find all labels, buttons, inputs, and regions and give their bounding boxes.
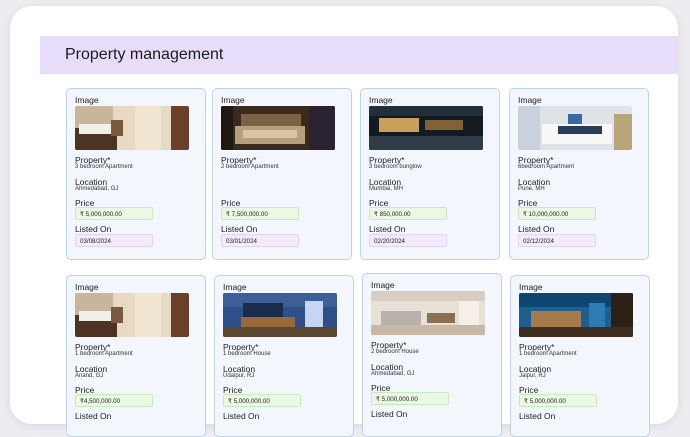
property-image: [223, 293, 337, 337]
property-card[interactable]: Image Property* 1 bedroom House Location…: [214, 275, 354, 437]
image-label: Image: [221, 95, 245, 105]
image-label: Image: [75, 282, 99, 292]
page-title: Property management: [65, 46, 224, 63]
property-name: 1 bedroom Apartment: [519, 351, 577, 357]
property-name: 2 bedroom Apartment: [221, 164, 279, 170]
listed-on-label: Listed On: [371, 409, 408, 419]
image-label: Image: [518, 95, 542, 105]
property-card[interactable]: Image Property* 1 bedroom Apartment Loca…: [510, 275, 650, 437]
property-name: 2 bedroom House: [371, 349, 419, 355]
location-value: Mumbai, MH: [369, 186, 404, 192]
location-value: Pune, MH: [518, 186, 545, 192]
image-label: Image: [369, 95, 393, 105]
property-image: [221, 106, 335, 150]
property-card[interactable]: Image Property* 2 bedroom Apartment Pric…: [212, 88, 352, 260]
property-card[interactable]: Image Property* 3 bedroom bunglow Locati…: [360, 88, 500, 260]
image-label: Image: [223, 282, 247, 292]
property-name: 1 bedroom House: [223, 351, 271, 357]
price-field[interactable]: ₹ 5,000,000.00: [223, 394, 301, 407]
property-card[interactable]: Image Property* 6bedroom Apartment Locat…: [509, 88, 649, 260]
property-name: 3 bedroom Apartment: [75, 164, 133, 170]
listed-on-label: Listed On: [75, 224, 112, 234]
listed-on-label: Listed On: [221, 224, 258, 234]
location-value: Anand, GJ: [75, 373, 104, 379]
property-card[interactable]: Image Property* 3 bedroom Apartment Loca…: [66, 88, 206, 260]
page-header: Property management: [40, 36, 678, 74]
property-image: [371, 291, 485, 335]
property-image: [518, 106, 632, 150]
property-card[interactable]: Image Property* 1 bedroom Apartment Loca…: [66, 275, 206, 437]
listed-on-label: Listed On: [223, 411, 260, 421]
listed-on-label: Listed On: [519, 411, 556, 421]
property-card[interactable]: Image Property* 2 bedroom House Location…: [362, 273, 502, 437]
property-name: 3 bedroom bunglow: [369, 164, 422, 170]
location-value: Udaipur, RJ: [223, 373, 255, 379]
property-name: 1 bedroom Apartment: [75, 351, 133, 357]
price-field[interactable]: ₹ 850,000.00: [369, 207, 447, 220]
property-image: [75, 293, 189, 337]
image-label: Image: [75, 95, 99, 105]
location-value: Jaipur, RJ: [519, 373, 546, 379]
image-label: Image: [371, 280, 395, 290]
location-value: Ahmedabad, GJ: [371, 371, 415, 377]
listed-on-label: Listed On: [75, 411, 112, 421]
price-field[interactable]: ₹ 5,000,000.00: [75, 207, 153, 220]
listed-on-label: Listed On: [518, 224, 555, 234]
listed-on-field[interactable]: 03/01/2024: [221, 234, 299, 247]
property-name: 6bedroom Apartment: [518, 164, 575, 170]
price-field[interactable]: ₹ 5,000,000.00: [519, 394, 597, 407]
property-image: [519, 293, 633, 337]
price-field[interactable]: ₹ 7,500,000.00: [221, 207, 299, 220]
listed-on-field[interactable]: 02/20/2024: [369, 234, 447, 247]
location-value: Ahmedabad, GJ: [75, 186, 119, 192]
image-label: Image: [519, 282, 543, 292]
property-image: [75, 106, 189, 150]
price-field[interactable]: ₹ 10,000,000.00: [518, 207, 596, 220]
price-field[interactable]: ₹4,500,000.00: [75, 394, 153, 407]
listed-on-field[interactable]: 03/08/2024: [75, 234, 153, 247]
listed-on-label: Listed On: [369, 224, 406, 234]
price-field[interactable]: ₹ 5,000,000.00: [371, 392, 449, 405]
property-image: [369, 106, 483, 150]
listed-on-field[interactable]: 02/12/2024: [518, 234, 596, 247]
